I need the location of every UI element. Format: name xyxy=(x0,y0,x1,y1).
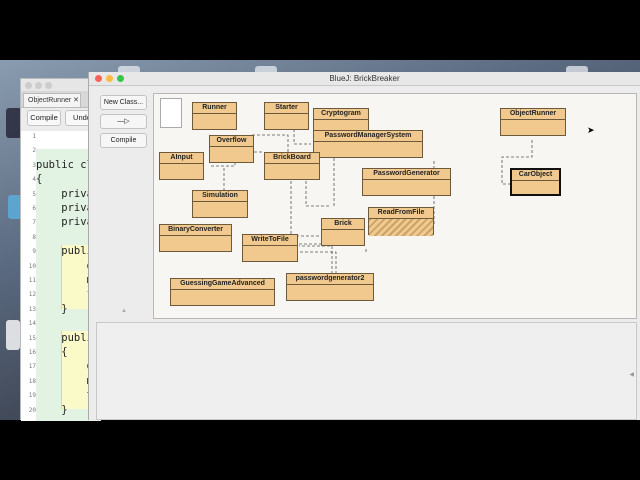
code-line[interactable]: publi xyxy=(36,245,93,257)
code-line[interactable]: d xyxy=(36,260,93,272)
dependency-arrow xyxy=(299,245,333,274)
class-name: ReadFromFile xyxy=(369,208,433,219)
line-number: 6 xyxy=(32,205,36,212)
class-name: PasswordGenerator xyxy=(363,169,450,180)
code-line[interactable]: t xyxy=(36,389,93,401)
line-number: 19 xyxy=(28,392,36,400)
class-box-binaryconverter[interactable]: BinaryConverter xyxy=(159,224,232,252)
line-number: 2 xyxy=(32,147,36,155)
code-line[interactable]: priva xyxy=(36,202,93,214)
maximize-icon[interactable] xyxy=(117,75,124,82)
line-number: 16 xyxy=(28,349,36,356)
code-line[interactable]: d xyxy=(36,360,93,372)
class-name: BrickBoard xyxy=(265,153,319,164)
line-number: 12 xyxy=(28,291,36,299)
class-name: Brick xyxy=(322,219,364,230)
code-line[interactable]: { xyxy=(36,173,42,185)
class-name: WriteToFile xyxy=(243,235,297,246)
line-number: 15 xyxy=(28,334,36,342)
dependency-arrow xyxy=(305,181,330,207)
class-box-passwordgenerator[interactable]: PasswordGenerator xyxy=(362,168,451,196)
line-number: 9 xyxy=(32,248,36,256)
code-line[interactable]: publi xyxy=(36,332,93,344)
line-number: 8 xyxy=(32,233,36,241)
line-number: 1 xyxy=(32,133,36,140)
class-box-carobject[interactable]: CarObject xyxy=(510,168,561,196)
code-line[interactable]: public cl xyxy=(36,159,93,171)
class-box-overflow[interactable]: Overflow xyxy=(209,135,254,163)
class-name: PasswordManagerSystem xyxy=(314,131,422,142)
class-box-passwordgenerator2[interactable]: passwordgenerator2 xyxy=(286,273,374,301)
class-box-writetofile[interactable]: WriteToFile xyxy=(242,234,298,262)
collapse-triangle-icon[interactable]: ◀ xyxy=(629,371,634,378)
class-name: passwordgenerator2 xyxy=(287,274,373,285)
new-inheritance-arrow-button[interactable]: —▷ xyxy=(100,114,147,129)
code-line[interactable]: f xyxy=(36,288,93,300)
maximize-icon[interactable] xyxy=(45,82,52,89)
class-name: Cryptogram xyxy=(314,109,368,120)
class-name: CarObject xyxy=(512,170,559,181)
code-line[interactable]: } xyxy=(36,303,67,315)
minimize-icon[interactable] xyxy=(106,75,113,82)
class-box-starter[interactable]: Starter xyxy=(264,102,309,130)
object-bench[interactable]: ◀ xyxy=(96,322,637,420)
class-name: BinaryConverter xyxy=(160,225,231,236)
line-number: 7 xyxy=(32,219,36,227)
line-number: 10 xyxy=(28,262,36,270)
code-line[interactable]: m xyxy=(36,274,93,286)
line-number: 3 xyxy=(32,161,36,169)
line-number: 4 xyxy=(32,176,36,184)
dependency-arrow xyxy=(290,181,320,237)
readme-document-icon[interactable] xyxy=(160,98,182,128)
collapse-triangle-icon[interactable]: ▲ xyxy=(121,308,127,314)
new-class-button[interactable]: New Class... xyxy=(100,95,147,110)
class-box-readfromfile[interactable]: ReadFromFile xyxy=(368,207,434,236)
code-line[interactable]: m xyxy=(36,375,93,387)
desktop-icon[interactable] xyxy=(6,320,20,350)
code-line[interactable]: { xyxy=(36,346,67,358)
bluej-window: BlueJ: BrickBreaker New Class... —▷ Comp… xyxy=(88,72,640,420)
class-name: AInput xyxy=(160,153,203,164)
class-name: Simulation xyxy=(193,191,247,202)
line-number: 18 xyxy=(28,377,36,385)
class-name: GuessingGameAdvanced xyxy=(171,279,274,290)
class-name: Runner xyxy=(193,103,236,114)
window-titlebar: BlueJ: BrickBreaker xyxy=(89,72,640,86)
class-box-ainput[interactable]: AInput xyxy=(159,152,204,180)
code-line[interactable]: priva xyxy=(36,188,93,200)
line-number: 20 xyxy=(28,406,36,414)
class-box-passwordmanagersystem[interactable]: PasswordManagerSystem xyxy=(313,130,423,158)
mouse-cursor-icon: ➤ xyxy=(587,125,595,135)
class-box-objectrunner[interactable]: ObjectRunner xyxy=(500,108,566,136)
line-number: 17 xyxy=(28,363,36,371)
close-icon[interactable] xyxy=(95,75,102,82)
class-box-brickboard[interactable]: BrickBoard xyxy=(264,152,320,180)
class-box-runner[interactable]: Runner xyxy=(192,102,237,130)
dependency-arrow xyxy=(299,251,337,274)
window-title: BlueJ: BrickBreaker xyxy=(329,74,400,83)
uncompiled-hatch xyxy=(369,219,433,236)
line-number: 5 xyxy=(32,190,36,198)
minimize-icon[interactable] xyxy=(35,82,42,89)
class-diagram[interactable]: Runner Starter Cryptogram PasswordManagerSy… xyxy=(153,93,637,319)
close-icon[interactable] xyxy=(25,82,32,89)
compile-button[interactable]: Compile xyxy=(100,133,147,148)
class-box-guessinggameadvanced[interactable]: GuessingGameAdvanced xyxy=(170,278,275,306)
code-line[interactable]: } xyxy=(36,404,67,416)
code-line[interactable]: priva xyxy=(36,216,93,228)
tab-objectrunner[interactable]: ObjectRunner ✕ xyxy=(23,93,81,108)
class-name: ObjectRunner xyxy=(501,109,565,120)
line-number: 11 xyxy=(28,277,36,284)
line-number: 14 xyxy=(28,320,36,328)
class-box-brick[interactable]: Brick xyxy=(321,218,365,246)
dependency-arrow xyxy=(333,156,360,206)
compile-button[interactable]: Compile xyxy=(27,110,61,126)
class-box-simulation[interactable]: Simulation xyxy=(192,190,248,218)
class-name: Starter xyxy=(265,103,308,114)
class-name: Overflow xyxy=(210,136,253,147)
line-number: 13 xyxy=(28,305,36,313)
